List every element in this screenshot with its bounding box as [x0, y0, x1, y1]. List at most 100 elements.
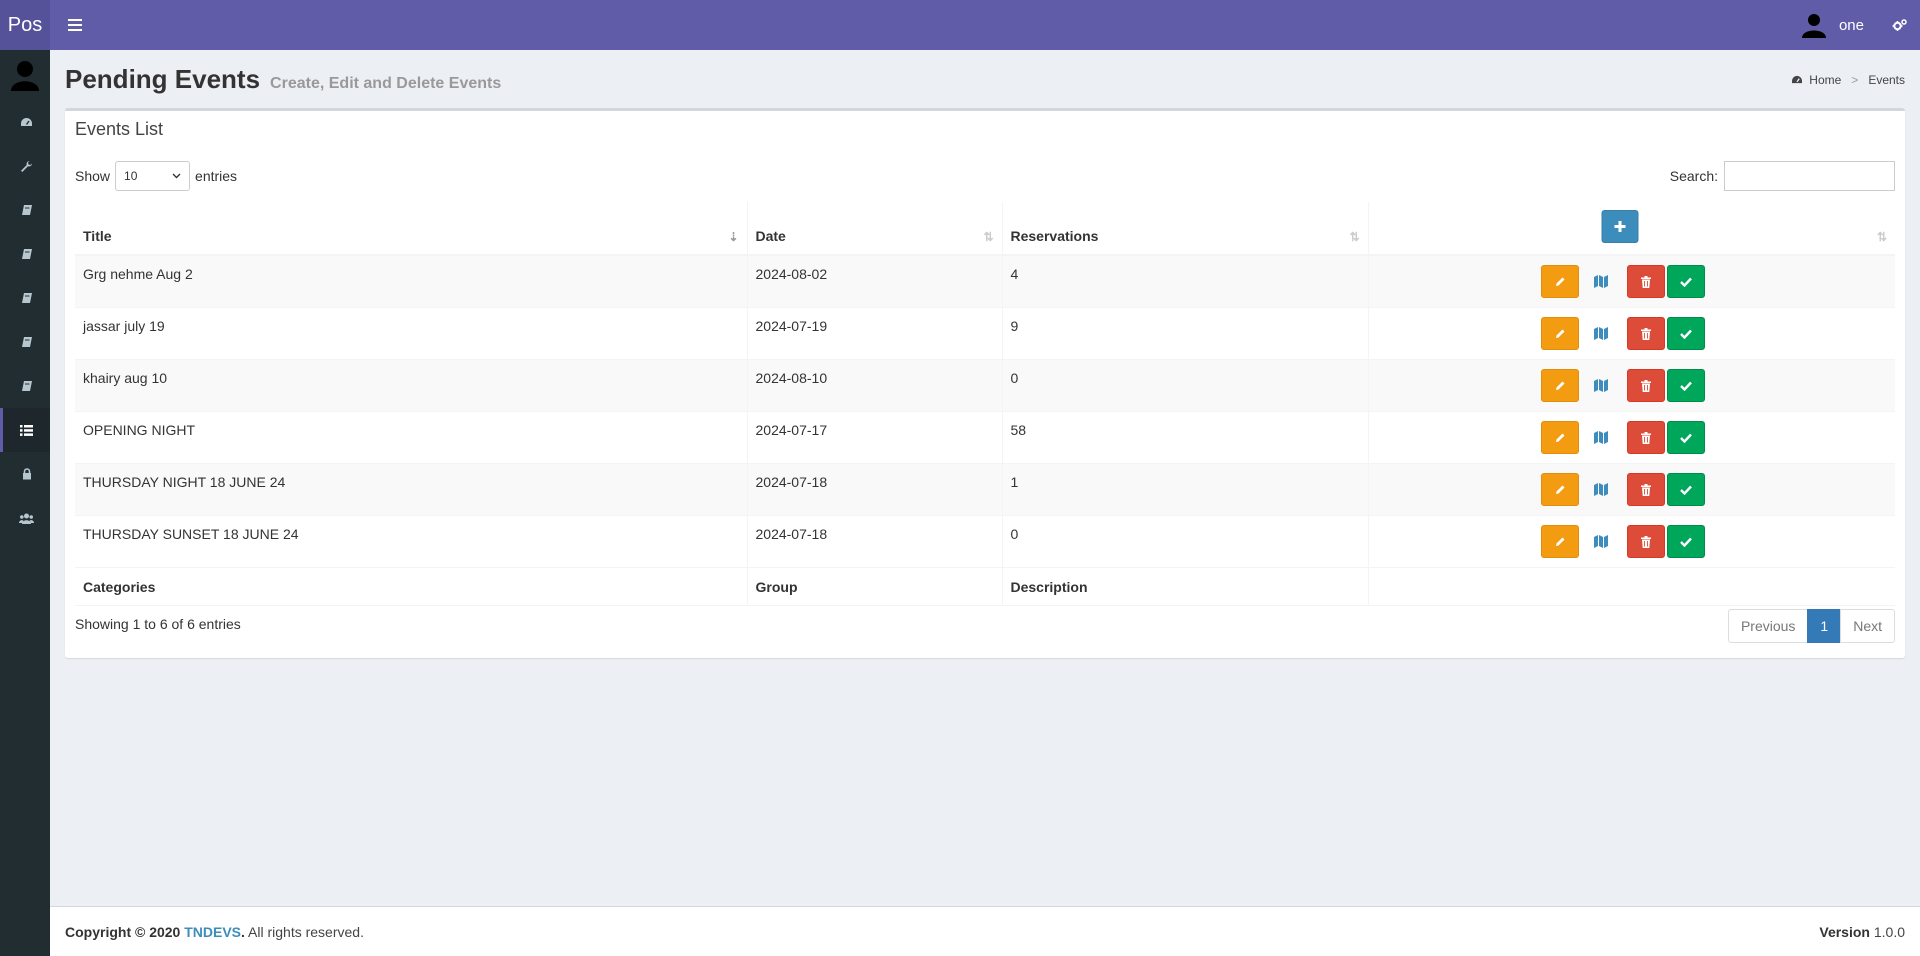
pencil-icon [1555, 433, 1565, 442]
sort-icon: ⇅ [1349, 230, 1360, 244]
map-button[interactable] [1581, 473, 1621, 506]
add-event-button[interactable] [1601, 210, 1639, 243]
cell-title: Grg nehme Aug 2 [75, 254, 748, 308]
book-icon [21, 293, 32, 303]
sidebar-item-book-4[interactable] [0, 320, 50, 364]
footer-copyright: Copyright © 2020 TNDEVS. All rights rese… [65, 924, 364, 940]
edit-button[interactable] [1541, 369, 1580, 402]
delete-button[interactable] [1627, 265, 1666, 298]
map-button[interactable] [1581, 525, 1621, 558]
wrench-icon [21, 160, 32, 172]
company-link[interactable]: TNDEVS [184, 924, 241, 940]
sidebar-item-users[interactable] [0, 496, 50, 540]
pagination-next[interactable]: Next [1840, 609, 1895, 643]
map-button[interactable] [1581, 369, 1621, 402]
breadcrumb-current: Events [1868, 73, 1905, 87]
sort-icon: ⇅ [1876, 230, 1887, 244]
delete-button[interactable] [1627, 525, 1666, 558]
rights-text: All rights reserved. [244, 923, 364, 940]
cell-actions [1368, 515, 1895, 568]
sidebar-item-book-1[interactable] [0, 188, 50, 232]
edit-button[interactable] [1541, 473, 1580, 506]
column-header-title[interactable]: Title ⇣ [75, 202, 748, 256]
cell-date: 2024-07-17 [747, 411, 1003, 464]
table-row: khairy aug 10 2024-08-10 0 [75, 359, 1895, 412]
app-logo[interactable]: Pos [0, 0, 50, 50]
box-title: Events List [75, 119, 164, 139]
book-icon [21, 381, 32, 391]
approve-button[interactable] [1667, 265, 1706, 298]
table-row: jassar july 19 2024-07-19 9 [75, 307, 1895, 360]
approve-button[interactable] [1667, 525, 1706, 558]
delete-button[interactable] [1627, 473, 1666, 506]
search-input[interactable] [1724, 161, 1895, 191]
map-button[interactable] [1581, 421, 1621, 454]
cell-title: THURSDAY NIGHT 18 JUNE 24 [75, 463, 748, 516]
user-menu[interactable]: one [1785, 0, 1880, 50]
trash-icon [1641, 535, 1652, 548]
check-icon [1680, 381, 1693, 391]
table-header-row: Title ⇣ Date ⇅ Reservations ⇅ ⇅ [75, 202, 1895, 256]
edit-button[interactable] [1541, 265, 1580, 298]
delete-button[interactable] [1627, 421, 1666, 454]
dashboard-icon [21, 117, 32, 126]
control-sidebar-button[interactable] [1880, 0, 1920, 50]
table-row: THURSDAY NIGHT 18 JUNE 24 2024-07-18 1 [75, 463, 1895, 516]
approve-button[interactable] [1667, 421, 1706, 454]
check-icon [1680, 485, 1693, 495]
sidebar-toggle-button[interactable] [64, 0, 86, 50]
map-icon [1594, 327, 1609, 340]
column-header-reservations[interactable]: Reservations ⇅ [1002, 202, 1369, 256]
edit-button[interactable] [1541, 525, 1580, 558]
approve-button[interactable] [1667, 369, 1706, 402]
map-button[interactable] [1581, 317, 1621, 350]
page-title-text: Pending Events [65, 64, 261, 94]
gears-icon [1892, 19, 1907, 31]
delete-button[interactable] [1627, 369, 1666, 402]
pagination-previous[interactable]: Previous [1727, 609, 1809, 643]
footer-categories: Categories [75, 567, 748, 606]
entries-per-page-value: 10 [124, 169, 138, 183]
trash-icon [1641, 483, 1652, 496]
approve-button[interactable] [1667, 317, 1706, 350]
plus-icon [1614, 221, 1626, 232]
sidebar-item-settings[interactable] [0, 144, 50, 188]
book-icon [21, 337, 32, 347]
entries-per-page-select[interactable]: 10 [115, 161, 191, 191]
sidebar-item-dashboard[interactable] [0, 100, 50, 144]
footer-version: Version 1.0.0 [1819, 924, 1905, 940]
hamburger-icon [68, 19, 82, 31]
copyright-text: Copyright © 2020 [65, 923, 181, 940]
users-icon [19, 513, 34, 524]
cell-date: 2024-08-10 [747, 359, 1003, 412]
sidebar-item-book-5[interactable] [0, 364, 50, 408]
edit-button[interactable] [1541, 317, 1580, 350]
table-row: OPENING NIGHT 2024-07-17 58 [75, 411, 1895, 464]
column-header-actions[interactable]: ⇅ [1368, 202, 1895, 256]
events-table-body: Grg nehme Aug 2 2024-08-02 4 jassar july… [75, 254, 1895, 568]
dashboard-icon [1792, 75, 1803, 84]
sidebar-item-events[interactable] [0, 408, 50, 452]
map-icon [1594, 483, 1609, 496]
table-row: Grg nehme Aug 2 2024-08-02 4 [75, 254, 1895, 308]
pagination-page[interactable]: 1 [1807, 609, 1842, 643]
approve-button[interactable] [1667, 473, 1706, 506]
events-table: Title ⇣ Date ⇅ Reservations ⇅ ⇅ Grg nehme A… [75, 202, 1895, 606]
edit-button[interactable] [1541, 421, 1580, 454]
breadcrumb-home-link[interactable]: Home [1809, 73, 1841, 87]
table-row: THURSDAY SUNSET 18 JUNE 24 2024-07-18 0 [75, 515, 1895, 568]
sidebar-item-security[interactable] [0, 452, 50, 496]
chevron-down-icon [172, 173, 181, 179]
sidebar-item-book-3[interactable] [0, 276, 50, 320]
column-header-date[interactable]: Date ⇅ [747, 202, 1003, 256]
length-show-label: Show [75, 168, 111, 184]
sidebar-item-book-2[interactable] [0, 232, 50, 276]
delete-button[interactable] [1627, 317, 1666, 350]
breadcrumb-separator: > [1851, 73, 1859, 87]
cell-actions [1368, 411, 1895, 464]
map-button[interactable] [1581, 265, 1621, 298]
footer-empty [1368, 567, 1895, 606]
user-avatar-icon [11, 61, 39, 91]
table-footer-row: Categories Group Description [75, 567, 1895, 606]
cell-reservations: 1 [1002, 463, 1369, 516]
